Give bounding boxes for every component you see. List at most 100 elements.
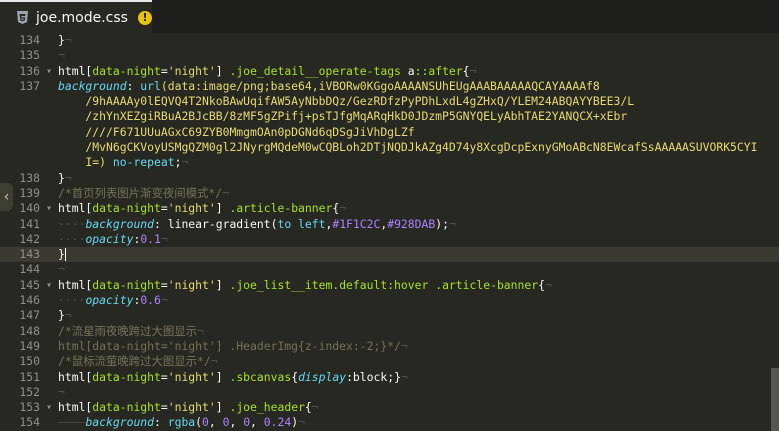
code-line[interactable]: 146 ····opacity:0.6¬ bbox=[0, 293, 779, 308]
code-token: display bbox=[298, 369, 347, 384]
code-token: .joe_header bbox=[229, 400, 305, 415]
code-token: 0.1 bbox=[140, 231, 161, 246]
code-line[interactable]: 139/*首页列表图片渐变夜间模式*/¬ bbox=[0, 186, 779, 201]
fold-gutter bbox=[40, 385, 58, 400]
code-token: no-repeat bbox=[112, 155, 175, 170]
code-token: , bbox=[250, 415, 264, 430]
code-token: rgba bbox=[167, 415, 196, 430]
code-text: /*首页列表图片渐变夜间模式*/¬ bbox=[58, 186, 229, 201]
fold-gutter bbox=[40, 247, 58, 262]
fold-arrow-icon[interactable]: ▾ bbox=[40, 64, 58, 79]
code-text: html[data-night='night'] .joe_header{¬ bbox=[58, 400, 319, 415]
code-line[interactable]: 137 background: url(data:image/png;base64… bbox=[0, 79, 779, 94]
code-token: 0 bbox=[202, 415, 209, 430]
code-token: } bbox=[58, 170, 65, 185]
code-line[interactable]: 153 ▾ html[data-night='night'] .joe_header… bbox=[0, 400, 779, 415]
code-text: ¬ bbox=[58, 48, 65, 63]
code-token: { bbox=[462, 63, 470, 78]
code-line[interactable]: 151 html[data-night='night'] .sbcanvas{di… bbox=[0, 370, 779, 385]
code-token: data-night bbox=[92, 400, 161, 415]
code-token: 0.24 bbox=[263, 415, 292, 430]
code-line[interactable]: 142 ····opacity:0.1¬ bbox=[0, 232, 779, 247]
code-line[interactable]: 141 ····background: linear-gradient(to le… bbox=[0, 217, 779, 232]
code-text: I=) no-repeat;¬ bbox=[58, 155, 188, 170]
line-number: 150 bbox=[19, 354, 40, 369]
code-token: ] bbox=[215, 369, 230, 384]
code-token: :block;} bbox=[346, 369, 401, 384]
code-token: url bbox=[140, 78, 161, 93]
fold-arrow-icon[interactable]: ▾ bbox=[40, 400, 58, 415]
code-line[interactable]: /MvN6gCKVoyUSMgQZM0gl2JNyrgMQdeM0wCQBLoh… bbox=[0, 140, 779, 155]
code-text: ····opacity:0.6¬ bbox=[58, 293, 168, 308]
code-line[interactable]: 134}¬ bbox=[0, 33, 779, 48]
code-token: ¬ bbox=[197, 323, 204, 338]
code-line[interactable]: 147}¬ bbox=[0, 308, 779, 323]
scrollbar-thumb[interactable] bbox=[771, 368, 779, 431]
collapse-sidebar-handle[interactable]: ‹ bbox=[0, 183, 13, 211]
code-line[interactable]: 143} bbox=[0, 247, 779, 263]
code-token: ¬ bbox=[64, 170, 72, 185]
code-text: ····background: linear-gradient(to left,… bbox=[58, 217, 456, 232]
code-token: ¬ bbox=[160, 231, 168, 246]
code-line[interactable]: 152 ¬ bbox=[0, 385, 779, 400]
code-token: background bbox=[58, 78, 127, 93]
text-cursor bbox=[64, 248, 66, 262]
code-token: ¬ bbox=[448, 216, 456, 231]
code-line[interactable]: 140 ▾ html[data-night='night'] .article-ba… bbox=[0, 201, 779, 216]
code-line[interactable]: ////F671UUuAGxC69ZYB0MmgmOAn0pDGNd6qDSgJ… bbox=[0, 125, 779, 140]
code-token: ···· bbox=[58, 216, 86, 231]
code-text: /9hAAAAy0lEQVQ4T2NkoBAwUqifAW5AyNbbDQz/G… bbox=[58, 94, 634, 109]
code-token: opacity bbox=[85, 293, 134, 308]
code-editor[interactable]: 134}¬ 135 ¬ 136 ▾ html[data-night='night'] .j… bbox=[0, 33, 779, 431]
code-token: /MvN6gCKVoyUSMgQZM0gl2JNyrgMQdeM0wCQBLoh… bbox=[58, 140, 758, 155]
code-line[interactable]: 135 ¬ bbox=[0, 48, 779, 63]
code-line[interactable]: 149 html[data-night='night'] .HeaderImg{z… bbox=[0, 339, 779, 354]
line-number: 142 bbox=[19, 231, 40, 246]
code-token: ¬ bbox=[469, 63, 477, 78]
code-token: ¬ bbox=[222, 185, 229, 200]
fold-arrow-icon[interactable]: ▾ bbox=[40, 201, 58, 216]
line-number bbox=[0, 155, 40, 170]
fold-gutter bbox=[40, 171, 58, 186]
code-line[interactable]: /zhYnXEZgiRBuA2BJcBB/8zMF5gZPifj+psTJfgM… bbox=[0, 109, 779, 124]
code-line[interactable]: 136 ▾ html[data-night='night'] .joe_detail… bbox=[0, 64, 779, 79]
fold-gutter bbox=[40, 293, 58, 308]
line-number: 153 bbox=[19, 400, 40, 415]
fold-arrow-icon[interactable]: ▾ bbox=[40, 278, 58, 293]
code-line[interactable]: 148 /*流星雨夜晚跨过大图显示¬ bbox=[0, 324, 779, 339]
warning-icon[interactable]: ! bbox=[137, 10, 152, 25]
line-number: 152 bbox=[19, 384, 40, 399]
code-line[interactable]: I=) no-repeat;¬ bbox=[0, 155, 779, 170]
code-token: html[ bbox=[58, 201, 93, 216]
code-line[interactable]: 150 /*鼠标流萤晚跨过大图显示*/¬ bbox=[0, 354, 779, 369]
fold-gutter bbox=[40, 94, 58, 109]
code-token: 'night' bbox=[167, 369, 216, 384]
code-token: ¬ bbox=[58, 48, 65, 63]
code-line[interactable]: 138}¬ bbox=[0, 171, 779, 186]
line-number: 143 bbox=[19, 247, 40, 262]
code-token: ¬ bbox=[181, 155, 189, 170]
code-token: a bbox=[400, 63, 415, 78]
code-text: html[data-night='night'] .HeaderImg{z-in… bbox=[58, 339, 408, 354]
code-text: ¬ bbox=[58, 385, 65, 400]
line-number: 151 bbox=[19, 369, 40, 384]
code-token: data-night bbox=[92, 369, 161, 384]
fold-gutter bbox=[40, 324, 58, 339]
code-text: /MvN6gCKVoyUSMgQZM0gl2JNyrgMQdeM0wCQBLoh… bbox=[58, 140, 758, 155]
code-token: , bbox=[229, 415, 244, 430]
tab-joe-mode-css[interactable]: joe.mode.css ! bbox=[0, 0, 152, 33]
code-line[interactable]: /9hAAAAy0lEQVQ4T2NkoBAwUqifAW5AyNbbDQz/G… bbox=[0, 94, 779, 109]
code-line[interactable]: 144 ¬ bbox=[0, 262, 779, 277]
code-token: : bbox=[126, 78, 141, 93]
code-token: data-night bbox=[92, 63, 161, 78]
code-token: linear-gradient( bbox=[167, 216, 278, 231]
code-line[interactable]: 154 ————background: rgba(0, 0, 0, 0.24)¬ bbox=[0, 415, 779, 430]
code-token: background bbox=[85, 216, 155, 231]
code-text: ····opacity:0.1¬ bbox=[58, 232, 168, 247]
line-number: 135 bbox=[19, 48, 40, 63]
code-token: ¬ bbox=[311, 400, 319, 415]
code-line[interactable]: 145 ▾ html[data-night='night'] .joe_list__… bbox=[0, 278, 779, 293]
tab-bar: joe.mode.css ! bbox=[0, 0, 779, 33]
code-token: ¬ bbox=[544, 277, 552, 292]
code-token: ¬ bbox=[298, 415, 305, 430]
